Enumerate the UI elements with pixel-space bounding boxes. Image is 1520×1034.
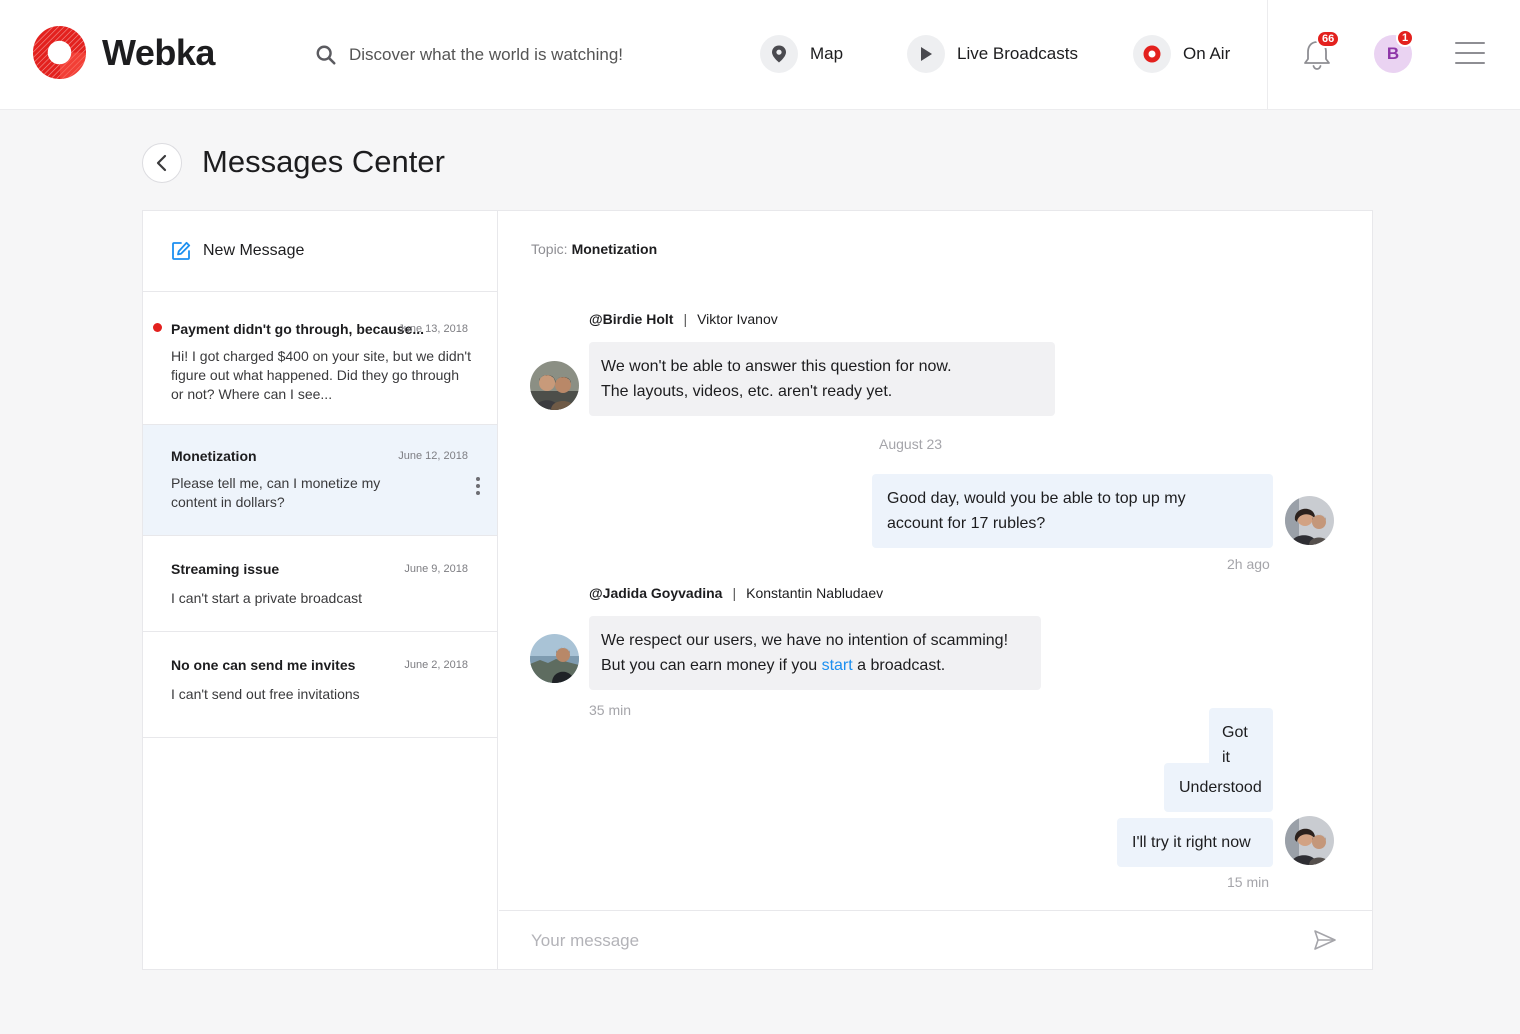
message-text: I'll try it right now (1132, 834, 1251, 851)
thread-title: Payment didn't go through, because... (171, 321, 425, 337)
chevron-left-icon (156, 154, 167, 172)
thread-title: Streaming issue (171, 561, 280, 577)
record-icon (1133, 35, 1171, 73)
page-title: Messages Center (202, 144, 445, 179)
my-avatar[interactable] (1285, 816, 1334, 865)
search-bar[interactable] (315, 38, 715, 72)
notifications-button[interactable]: 66 (1300, 30, 1341, 72)
message-text-with-link: But you can earn money if you start a br… (601, 657, 946, 674)
nav-map-label: Map (810, 44, 844, 63)
nav-map[interactable]: Map (760, 34, 843, 74)
thread-item[interactable]: No one can send me invites June 2, 2018 … (143, 632, 497, 738)
back-button[interactable] (142, 143, 182, 183)
brand-logo[interactable]: Webka (32, 25, 215, 80)
message-input[interactable] (531, 928, 1271, 954)
sender-avatar[interactable] (530, 634, 579, 683)
thread-title: Monetization (171, 448, 257, 464)
unread-indicator (153, 323, 162, 332)
chat-topic: Topic: Monetization (531, 241, 657, 257)
nav-live-label: Live Broadcasts (957, 44, 1078, 63)
user-badge: 1 (1396, 29, 1415, 47)
map-pin-icon (760, 35, 798, 73)
sender-line: @Birdie Holt | Viktor Ivanov (589, 311, 778, 327)
sender-avatar[interactable] (530, 361, 579, 410)
top-header: Webka Map Live Broadcasts On A (0, 0, 1520, 110)
new-message-label: New Message (203, 242, 305, 259)
thread-date: June 9, 2018 (404, 563, 468, 575)
search-icon (316, 45, 336, 65)
search-input[interactable] (349, 45, 689, 65)
message-bubble-outgoing: Understood (1164, 763, 1273, 812)
thread-date: June 12, 2018 (398, 450, 468, 462)
nav-live-broadcasts[interactable]: Live Broadcasts (907, 34, 1078, 74)
header-divider (1267, 0, 1268, 110)
message-text: account for 17 rubles? (887, 515, 1046, 532)
user-initial: B (1386, 44, 1400, 63)
sender-separator: | (683, 311, 688, 327)
compose-icon (172, 241, 191, 260)
topic-label: Topic: (531, 241, 568, 257)
send-icon[interactable] (1313, 928, 1337, 952)
thread-preview: I can't send out free invitations (171, 686, 360, 702)
message-composer (499, 910, 1372, 969)
sender-handle[interactable]: @Jadida Goyvadina (589, 585, 722, 601)
thread-date: June 13, 2018 (398, 323, 468, 335)
new-message-button[interactable]: New Message (143, 211, 497, 292)
thread-item-active[interactable]: Monetization June 12, 2018 Please tell m… (143, 425, 497, 536)
message-time: 35 min (589, 702, 632, 718)
thread-title: No one can send me invites (171, 657, 356, 673)
thread-date: June 2, 2018 (404, 659, 468, 671)
notification-count-badge: 66 (1316, 30, 1341, 48)
message-bubble-outgoing: Good day, would you be able to top up my… (872, 474, 1273, 548)
message-text: Understood (1179, 779, 1262, 796)
sender-separator: | (732, 585, 737, 601)
message-bubble-outgoing: I'll try it right now (1117, 818, 1273, 867)
start-broadcast-link[interactable]: start (822, 657, 853, 674)
message-text: Good day, would you be able to top up my (887, 490, 1186, 507)
message-text: We respect our users, we have no intenti… (601, 632, 1009, 649)
sender-line: @Jadida Goyvadina | Konstantin Nabludaev (589, 585, 883, 601)
date-divider: August 23 (879, 436, 943, 452)
play-icon (907, 35, 945, 73)
user-avatar[interactable]: B 1 (1374, 29, 1415, 73)
message-time: 15 min (1227, 874, 1270, 890)
thread-options-icon[interactable] (476, 477, 480, 495)
thread-preview: Please tell me, can I monetize my conten… (171, 475, 381, 510)
message-text: The layouts, videos, etc. aren't ready y… (601, 383, 893, 400)
my-avatar[interactable] (1285, 496, 1334, 545)
threads-sidebar: New Message Payment didn't go through, b… (143, 211, 498, 969)
message-bubble-incoming: We won't be able to answer this question… (589, 342, 1055, 416)
message-time: 2h ago (1227, 556, 1270, 572)
brand-name: Webka (102, 31, 215, 73)
message-bubble-incoming: We respect our users, we have no intenti… (589, 616, 1041, 690)
thread-preview: Hi! I got charged $400 on your site, but… (171, 348, 471, 402)
thread-item[interactable]: Streaming issue June 9, 2018 I can't sta… (143, 536, 497, 632)
thread-item[interactable]: Payment didn't go through, because... Ju… (143, 292, 497, 425)
hamburger-menu-icon[interactable] (1455, 42, 1485, 66)
sender-name: Konstantin Nabludaev (746, 585, 884, 601)
nav-on-air[interactable]: On Air (1133, 34, 1230, 74)
logo-icon (32, 25, 87, 80)
message-text: We won't be able to answer this question… (601, 358, 952, 375)
chat-pane: Topic: Monetization @Birdie Holt | Viktor I… (499, 211, 1372, 969)
messages-panel: New Message Payment didn't go through, b… (142, 210, 1373, 970)
nav-on-air-label: On Air (1183, 44, 1231, 63)
sender-handle[interactable]: @Birdie Holt (589, 311, 673, 327)
thread-preview: I can't start a private broadcast (171, 590, 362, 606)
topic-value: Monetization (571, 241, 658, 257)
sender-name: Viktor Ivanov (697, 311, 778, 327)
